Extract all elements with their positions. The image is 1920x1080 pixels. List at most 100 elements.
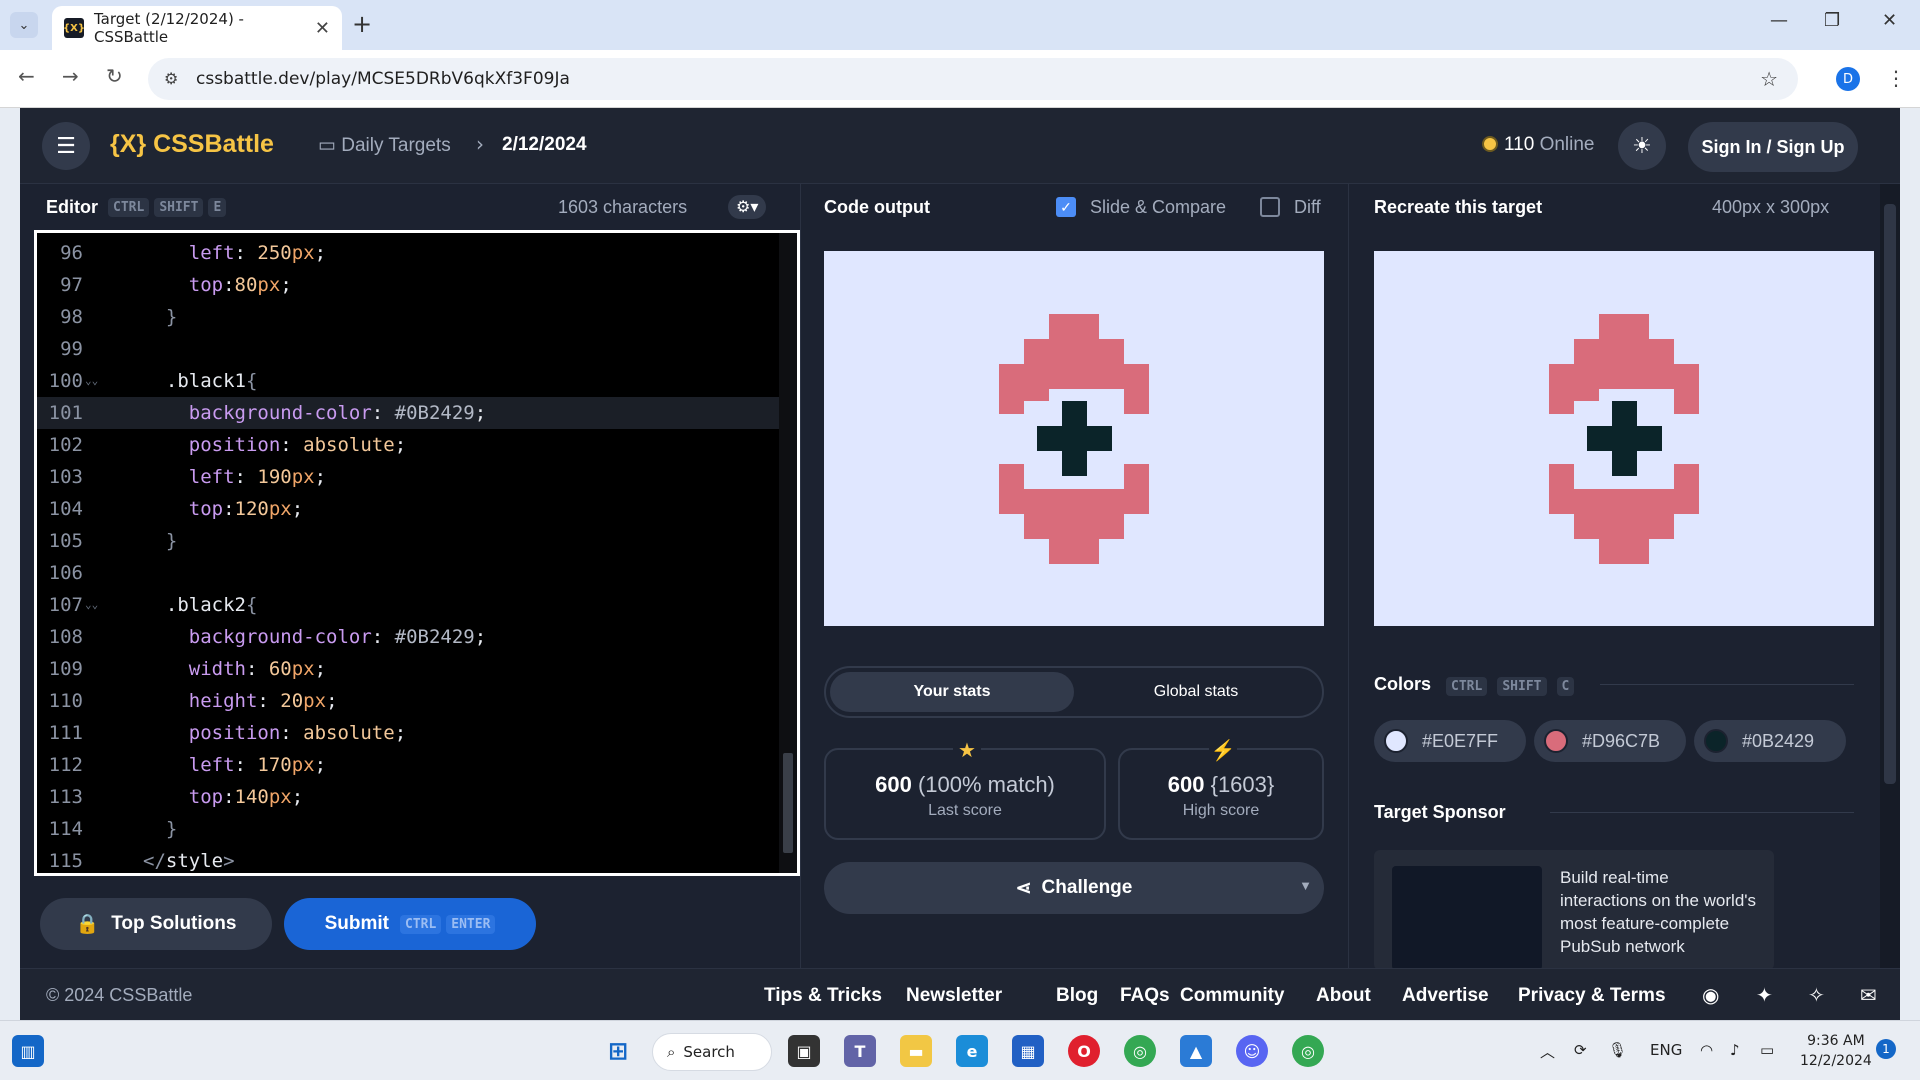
footer-link-newsletter[interactable]: Newsletter xyxy=(906,985,1002,1007)
hamburger-menu-button[interactable]: ☰ xyxy=(42,122,90,170)
footer-link-advertise[interactable]: Advertise xyxy=(1402,985,1489,1007)
footer-link-tips[interactable]: Tips & Tricks xyxy=(764,985,882,1007)
footer: © 2024 CSSBattle Tips & Tricks Newslette… xyxy=(20,968,1900,1020)
code-line[interactable]: 103 left: 190px; xyxy=(37,461,779,493)
code-line[interactable]: 102 position: absolute; xyxy=(37,429,779,461)
sign-in-button[interactable]: Sign In / Sign Up xyxy=(1688,122,1858,172)
browser-menu-icon[interactable]: ⋮ xyxy=(1886,66,1906,90)
wifi-icon[interactable]: ◠ xyxy=(1700,1041,1713,1059)
code-line[interactable]: 98 } xyxy=(37,301,779,333)
code-editor[interactable]: 96 left: 250px; 97 top:80px; 98 } 99 100 ⌄⌄ .… xyxy=(34,230,800,876)
site-info-icon[interactable]: ⚙ xyxy=(164,69,178,88)
store-icon[interactable]: ▦ xyxy=(1012,1035,1044,1067)
page-scrollbar[interactable] xyxy=(1880,184,1900,968)
language-indicator[interactable]: ENG xyxy=(1650,1041,1682,1059)
sync-icon[interactable]: ⟳ xyxy=(1574,1041,1587,1059)
microphone-icon[interactable]: 🎙 xyxy=(1608,1041,1627,1059)
reload-button[interactable]: ↻ xyxy=(106,64,123,88)
chrome-profile-icon[interactable]: ◎ xyxy=(1292,1035,1324,1067)
battery-icon[interactable]: ▭ xyxy=(1760,1041,1774,1059)
page-scroll-thumb[interactable] xyxy=(1884,204,1896,784)
teams-icon[interactable]: T xyxy=(844,1035,876,1067)
tray-overflow-icon[interactable]: ︿ xyxy=(1540,1041,1555,1062)
code-line[interactable]: 106 xyxy=(37,557,779,589)
editor-settings[interactable]: ⚙▾ xyxy=(728,184,767,230)
footer-link-privacy[interactable]: Privacy & Terms xyxy=(1518,985,1666,1007)
volume-icon[interactable]: ♪ xyxy=(1730,1041,1740,1059)
code-line[interactable]: 109 width: 60px; xyxy=(37,653,779,685)
new-tab-button[interactable]: + xyxy=(352,10,372,38)
footer-link-blog[interactable]: Blog xyxy=(1056,985,1098,1007)
color-chip[interactable]: #D96C7B xyxy=(1534,720,1686,762)
task-view-icon[interactable]: ▣ xyxy=(788,1035,820,1067)
kbd-e: E xyxy=(208,197,227,217)
code-line[interactable]: 97 top:80px; xyxy=(37,269,779,301)
top-solutions-button[interactable]: 🔒 Top Solutions xyxy=(40,898,272,950)
code-line[interactable]: 101 background-color: #0B2429; xyxy=(37,397,779,429)
discord-icon[interactable]: ◉ xyxy=(1702,983,1719,1008)
bookmark-star-icon[interactable]: ☆ xyxy=(1760,67,1778,91)
taskbar-search[interactable]: ⌕ Search xyxy=(652,1033,772,1071)
breadcrumb-daily-targets[interactable]: ▭ Daily Targets xyxy=(318,134,451,157)
opera-icon[interactable]: O xyxy=(1068,1035,1100,1067)
restore-button[interactable]: ❐ xyxy=(1824,10,1840,31)
forward-button[interactable]: → xyxy=(62,64,79,88)
code-line[interactable]: 111 position: absolute; xyxy=(37,717,779,749)
widgets-icon[interactable]: ▥ xyxy=(12,1035,44,1067)
back-button[interactable]: ← xyxy=(18,64,35,88)
sponsor-ad[interactable]: Build real-time interactions on the worl… xyxy=(1374,850,1774,970)
color-chip[interactable]: #0B2429 xyxy=(1694,720,1846,762)
theme-toggle-sun-icon[interactable]: ☀ xyxy=(1618,122,1666,170)
editor-scroll-thumb[interactable] xyxy=(783,753,793,853)
challenge-button[interactable]: ⋖ Challenge ▼ xyxy=(824,862,1324,914)
code-line[interactable]: 110 height: 20px; xyxy=(37,685,779,717)
checkbox-checked-icon[interactable]: ✓ xyxy=(1056,197,1076,217)
code-line[interactable]: 99 xyxy=(37,333,779,365)
cssbattle-logo[interactable]: {X} CSSBattle xyxy=(110,130,274,159)
tab-global-stats[interactable]: Global stats xyxy=(1074,672,1318,712)
slide-compare-toggle[interactable]: ✓ Slide & Compare xyxy=(1056,184,1226,230)
submit-button[interactable]: Submit CTRL ENTER xyxy=(284,898,536,950)
chrome-icon[interactable]: ◎ xyxy=(1124,1035,1156,1067)
photos-icon[interactable]: ▲ xyxy=(1180,1035,1212,1067)
profile-avatar[interactable]: D xyxy=(1836,67,1860,91)
bluesky-icon[interactable]: ✦ xyxy=(1756,983,1773,1008)
code-line[interactable]: 104 top:120px; xyxy=(37,493,779,525)
footer-link-faqs[interactable]: FAQs xyxy=(1120,985,1170,1007)
code-line[interactable]: 114 } xyxy=(37,813,779,845)
code-line[interactable]: 105 } xyxy=(37,525,779,557)
mail-icon[interactable]: ✉ xyxy=(1860,983,1877,1008)
edge-icon[interactable]: e xyxy=(956,1035,988,1067)
twitter-icon[interactable]: ✧ xyxy=(1808,983,1825,1008)
checkbox-unchecked-icon[interactable] xyxy=(1260,197,1280,217)
start-icon[interactable]: ⊞ xyxy=(602,1035,634,1067)
code-line[interactable]: 108 background-color: #0B2429; xyxy=(37,621,779,653)
code-line[interactable]: 96 left: 250px; xyxy=(37,237,779,269)
gear-icon[interactable]: ⚙▾ xyxy=(728,195,767,219)
close-tab-icon[interactable]: ✕ xyxy=(315,18,330,39)
code-line[interactable]: 100 ⌄⌄ .black1{ xyxy=(37,365,779,397)
tab-search-button[interactable]: ⌄ xyxy=(10,12,38,38)
code-output-preview[interactable] xyxy=(824,251,1324,626)
code-line[interactable]: 112 left: 170px; xyxy=(37,749,779,781)
footer-link-about[interactable]: About xyxy=(1316,985,1371,1007)
code-line[interactable]: 113 top:140px; xyxy=(37,781,779,813)
close-window-button[interactable]: ✕ xyxy=(1882,10,1897,31)
browser-tab[interactable]: {X} Target (2/12/2024) - CSSBattle ✕ xyxy=(52,6,342,50)
fold-chevron-icon[interactable]: ⌄⌄ xyxy=(85,589,98,621)
discord-app-icon[interactable]: ☺ xyxy=(1236,1035,1268,1067)
url-field[interactable]: ⚙ cssbattle.dev/play/MCSE5DRbV6qkXf3F09J… xyxy=(148,58,1798,100)
chevron-down-icon[interactable]: ▼ xyxy=(1299,878,1312,893)
fold-chevron-icon[interactable]: ⌄⌄ xyxy=(85,365,98,397)
tab-your-stats[interactable]: Your stats xyxy=(830,672,1074,712)
color-chip[interactable]: #E0E7FF xyxy=(1374,720,1526,762)
code-token: 250 xyxy=(257,242,292,264)
minimize-button[interactable]: — xyxy=(1770,10,1788,31)
file-explorer-icon[interactable]: ▬ xyxy=(900,1035,932,1067)
notification-badge[interactable]: 1 xyxy=(1876,1039,1896,1059)
taskbar-clock[interactable]: 9:36 AM 12/2/2024 xyxy=(1800,1031,1872,1071)
diff-toggle[interactable]: Diff xyxy=(1260,184,1321,230)
code-line[interactable]: 107 ⌄⌄ .black2{ xyxy=(37,589,779,621)
code-line[interactable]: 115 </style> xyxy=(37,845,779,877)
footer-link-community[interactable]: Community xyxy=(1180,985,1285,1007)
